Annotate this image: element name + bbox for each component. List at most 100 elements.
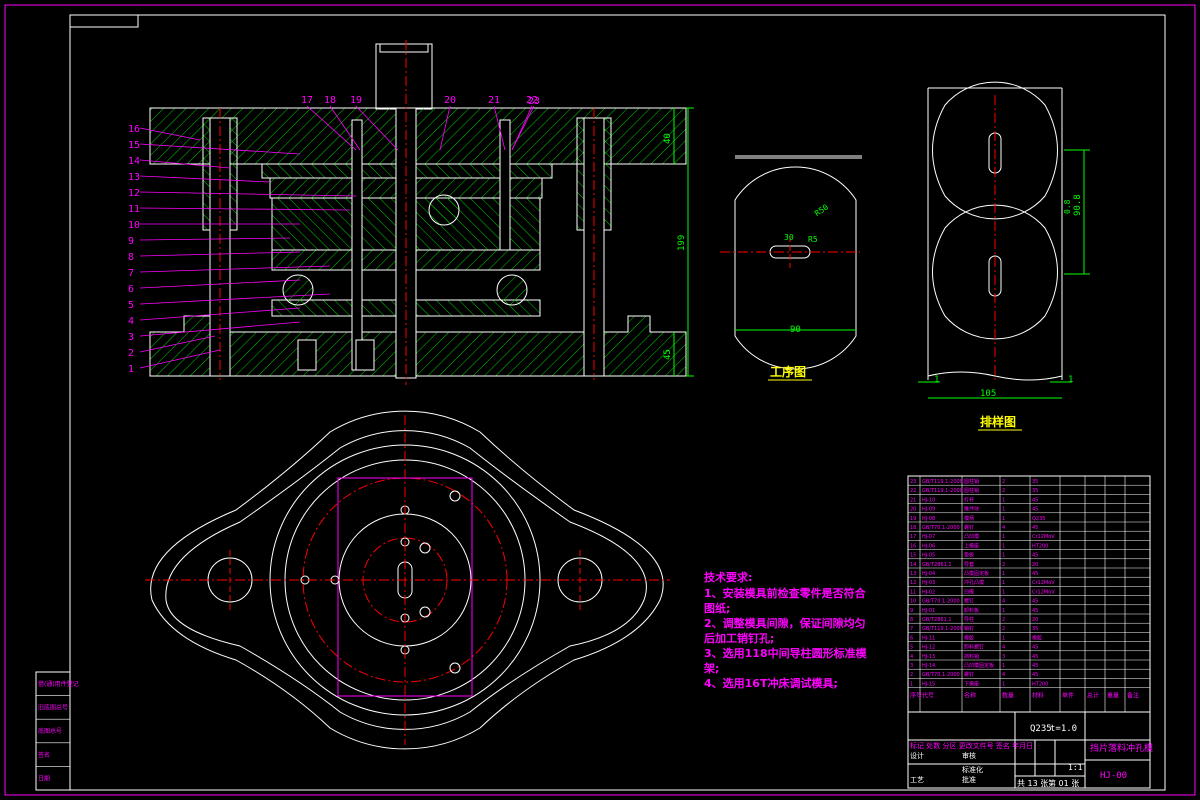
parts-cell-16-4: HT200 — [1032, 543, 1048, 549]
parts-cell-10-0: 10 — [910, 599, 916, 605]
parts-cell-14-0: 14 — [910, 562, 916, 568]
parts-cell-11-1: HJ-02 — [922, 589, 935, 595]
parts-cell-4-3: 3 — [1002, 654, 1005, 660]
parts-cell-5-3: 4 — [1002, 645, 1005, 651]
dim-pitch: 90.8 — [1073, 194, 1083, 216]
dim-gap-right: 1 — [1068, 375, 1073, 385]
callout-label-7: 7 — [128, 268, 134, 279]
section-view: 199 40 45 — [149, 40, 694, 385]
parts-cell-20-2: 推件块 — [964, 506, 979, 513]
callout-label-16: 16 — [128, 124, 140, 135]
part-outline — [734, 166, 857, 370]
cad-drawing: 199 40 45 12345678910111213141516 17 18 19… — [4, 4, 1196, 796]
top-callout-17: 17 — [301, 95, 313, 106]
left-stamp-column: 借(通)用件登记旧底图总号底图总号签名日期 — [35, 671, 79, 791]
parts-cell-13-0: 13 — [910, 571, 916, 577]
parts-cell-12-4: Cr12MoV — [1032, 580, 1055, 586]
parts-cell-23-1: GB/T119.1-2000 — [922, 479, 963, 485]
parts-cell-13-2: 凸模固定板 — [964, 570, 989, 577]
parts-cell-13-3: 1 — [1002, 571, 1005, 577]
parts-cell-18-4: 45 — [1032, 525, 1038, 531]
parts-cell-15-0: 15 — [910, 553, 916, 559]
material-label: Q235 — [1030, 724, 1052, 734]
dim-radius: R50 — [813, 202, 830, 218]
parts-cell-2-0: 2 — [910, 672, 913, 678]
parts-cell-17-2: 凸凹模 — [964, 533, 979, 540]
parts-cell-18-1: GB/T70.1-2000 — [922, 525, 960, 531]
parts-cell-9-4: 45 — [1032, 608, 1038, 614]
dim-height-total: 199 — [677, 235, 687, 251]
parts-cell-7-2: 销钉 — [964, 625, 974, 632]
parts-cell-21-4: 45 — [1032, 497, 1038, 503]
parts-cell-15-1: HJ-05 — [922, 553, 935, 559]
parts-cell-21-2: 打杆 — [964, 496, 974, 503]
parts-cell-20-1: HJ-09 — [922, 507, 935, 513]
dim-slot-w: R5 — [808, 235, 818, 244]
callout-label-3: 3 — [128, 332, 134, 343]
rubber-lower-left — [282, 274, 314, 306]
parts-cell-3-2: 凸凹模固定板 — [964, 662, 994, 669]
parts-cell-10-4: 45 — [1032, 599, 1038, 605]
parts-cell-9-2: 卸料板 — [964, 607, 979, 614]
parts-cell-9-3: 1 — [1002, 608, 1005, 614]
parts-cell-1-3: 1 — [1002, 681, 1005, 687]
parts-cell-5-4: 45 — [1032, 645, 1038, 651]
tech-line-2: 图纸; — [704, 601, 730, 615]
callout-label-11: 11 — [128, 204, 140, 215]
parts-cell-4-2: 挡料销 — [964, 653, 979, 660]
parts-header-2: 名称 — [964, 692, 976, 700]
parts-cell-17-1: HJ-07 — [922, 534, 935, 540]
plan-view — [145, 410, 670, 750]
top-callout-18: 18 — [324, 95, 336, 106]
rubber-lower-right — [496, 274, 528, 306]
parts-cell-18-3: 4 — [1002, 525, 1005, 531]
thickness-label: t=1.0 — [1050, 724, 1077, 734]
parts-cell-11-3: 1 — [1002, 589, 1005, 595]
parts-cell-22-0: 22 — [910, 488, 916, 494]
parts-cell-3-3: 1 — [1002, 663, 1005, 669]
parts-cell-12-0: 12 — [910, 580, 916, 586]
callout-label-8: 8 — [128, 252, 134, 263]
parts-cell-22-2: 圆柱销 — [964, 487, 979, 494]
parts-cell-17-0: 17 — [910, 534, 916, 540]
callout-label-9: 9 — [128, 236, 134, 247]
parts-cell-4-1: HJ-13 — [922, 654, 935, 660]
top-callout-21: 21 — [488, 95, 500, 106]
top-callout-20: 20 — [444, 95, 456, 106]
parts-header-6: 总计 — [1087, 692, 1099, 700]
parts-cell-1-0: 1 — [910, 681, 913, 687]
parts-cell-4-0: 4 — [910, 654, 913, 660]
dim-gap-left: 1 — [934, 375, 939, 385]
parts-cell-14-1: GB/T2861.1 — [922, 562, 952, 568]
parts-cell-13-4: 45 — [1032, 571, 1038, 577]
stamp-label-4: 日期 — [38, 774, 50, 782]
parts-list-table: 23 GB/T119.1-2000 圆柱销 2 3522 GB/T119.1-2000 圆柱… — [907, 475, 1151, 713]
parts-cell-19-3: 1 — [1002, 516, 1005, 522]
drawing-number: HJ-00 — [1100, 771, 1127, 781]
tech-line-5: 3、选用118中间导柱圆形标准模 — [704, 646, 868, 660]
parts-cell-4-4: 45 — [1032, 654, 1038, 660]
parts-cell-15-3: 1 — [1002, 553, 1005, 559]
parts-header-7: 重量 — [1107, 692, 1119, 700]
parts-cell-8-3: 2 — [1002, 617, 1005, 623]
tech-line-3: 2、调整模具间隙，保证间隙均匀 — [704, 616, 866, 630]
sheet-total: 共 13 张 — [1017, 779, 1048, 788]
parts-cell-23-2: 圆柱销 — [964, 478, 979, 485]
process-view-title: 工序图 — [770, 364, 806, 379]
dim-lower-plate: 45 — [663, 349, 673, 360]
parts-cell-14-2: 导套 — [964, 561, 974, 568]
parts-cell-3-0: 3 — [910, 663, 913, 669]
title-block: Q235 t=1.0 挡片落料冲孔模 HJ-00 1:1 共 13 张 第 01… — [907, 711, 1153, 789]
sheet-no: 第 01 张 — [1048, 778, 1079, 788]
parts-cell-14-3: 2 — [1002, 562, 1005, 568]
dim-upper-plate: 40 — [663, 133, 673, 144]
role-process: 工艺 — [910, 776, 924, 784]
parts-cell-1-4: HT200 — [1032, 681, 1048, 687]
layout-view-title: 排样图 — [980, 414, 1016, 429]
role-approve: 批准 — [962, 775, 976, 784]
callout-label-1: 1 — [128, 364, 134, 375]
parts-header-3: 数量 — [1002, 692, 1014, 700]
parts-cell-6-0: 6 — [910, 635, 913, 641]
parts-cell-17-4: Cr12MoV — [1032, 534, 1055, 540]
tech-requirements: 技术要求: 1、安装模具前检查零件是否符合 图纸; 2、调整模具间隙，保证间隙均… — [703, 570, 868, 690]
